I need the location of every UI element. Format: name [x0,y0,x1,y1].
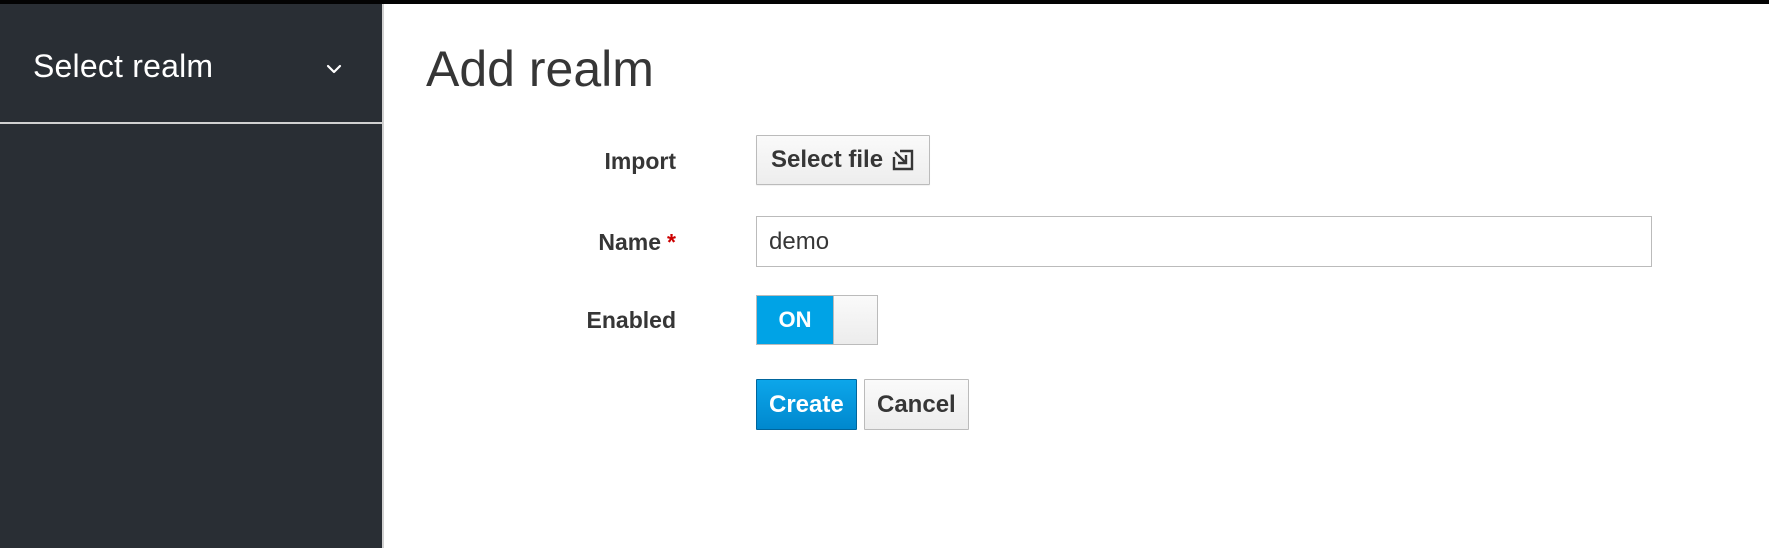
select-file-button[interactable]: Select file [756,135,931,185]
sidebar: Select realm [0,4,384,548]
realm-selector-dropdown[interactable]: Select realm [0,4,382,124]
realm-selector-label: Select realm [33,48,214,84]
name-input[interactable] [756,216,1652,267]
import-label: Import [386,148,676,175]
cancel-button[interactable]: Cancel [864,379,969,430]
main-content: Add realm Import Select file Name* Enabl… [386,4,1769,548]
toggle-handle [833,296,877,344]
enabled-label: Enabled [386,307,676,334]
enabled-toggle[interactable]: ON [756,295,878,345]
required-marker: * [667,229,676,255]
import-label-text: Import [604,148,676,174]
create-button[interactable]: Create [756,379,857,430]
select-file-label: Select file [771,146,884,173]
enabled-label-text: Enabled [586,307,676,333]
name-label: Name * [386,229,676,256]
import-icon [892,149,914,171]
name-label-text: Name [598,229,662,255]
chevron-down-icon [326,64,342,74]
page-title: Add realm [426,41,654,97]
toggle-on-state: ON [757,296,833,344]
